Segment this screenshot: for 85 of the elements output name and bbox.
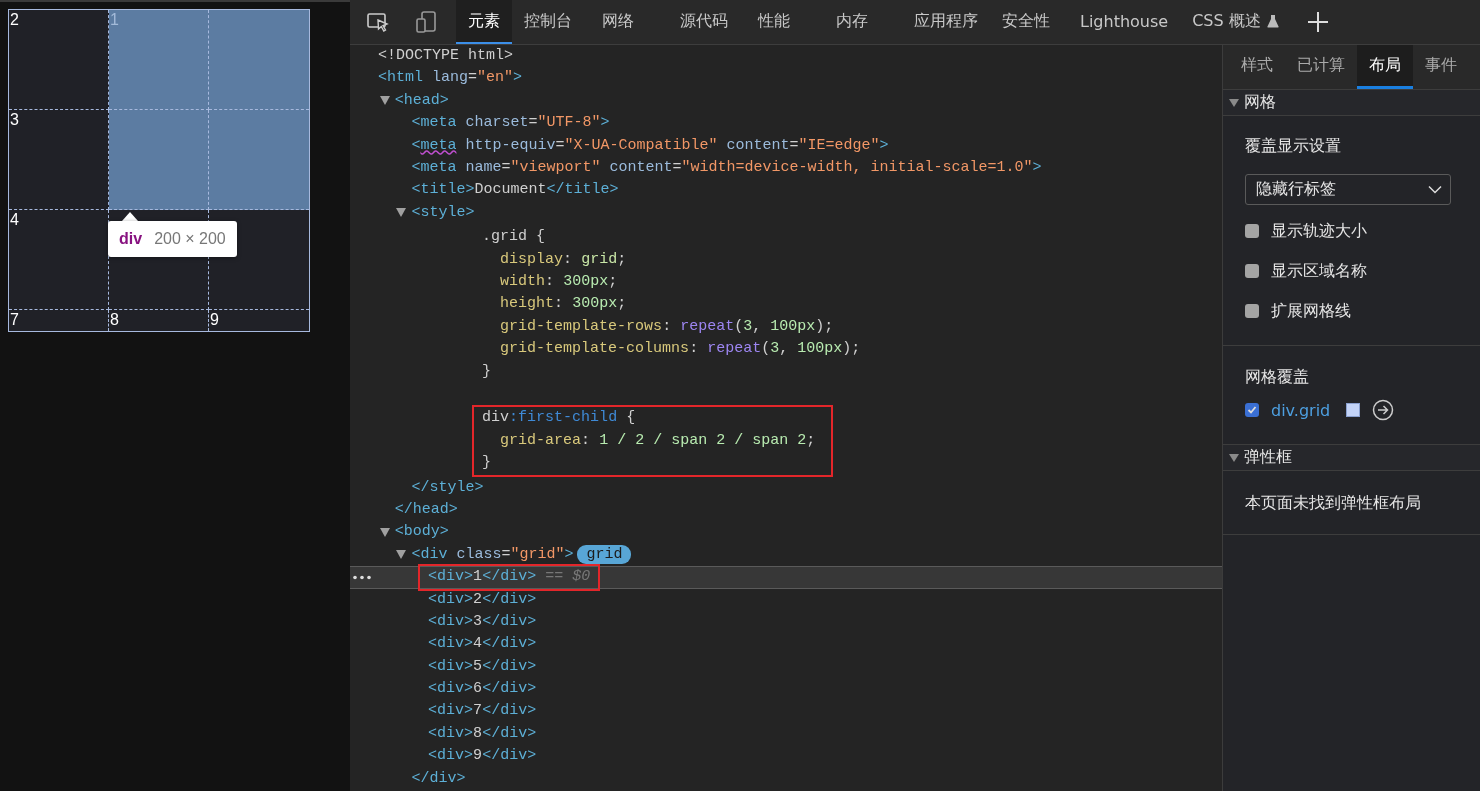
grid-item: 3 (9, 110, 20, 130)
panel-tab[interactable]: 应用程序 (902, 0, 990, 44)
code-line: <div>9</div> (428, 746, 537, 767)
grid-item: 4 (9, 210, 20, 230)
section-title[interactable]: 弹性框 (1244, 447, 1292, 468)
code-line: <style> (411, 202, 475, 223)
inspect-icon[interactable] (366, 11, 390, 33)
checkbox[interactable] (1245, 264, 1259, 278)
panel-tab[interactable]: 元素 (456, 0, 512, 44)
panel-tab[interactable]: CSS 概述 (1180, 0, 1291, 44)
panel-tab[interactable]: 内存 (824, 0, 902, 44)
sidebar-tab[interactable]: 事件 (1413, 45, 1469, 89)
code-line: grid-area: 1 / 2 / span 2 / span 2; (500, 430, 816, 451)
check-icon (1247, 405, 1257, 415)
code-line: </style> (411, 477, 484, 498)
tooltip-tag: div (119, 230, 143, 248)
sidebar-tab[interactable]: 已计算 (1285, 45, 1357, 89)
selected-row[interactable]: <div>1</div> == $0 (350, 566, 1222, 589)
checkbox[interactable] (1245, 304, 1259, 318)
checkbox-label[interactable]: 显示轨迹大小 (1271, 220, 1367, 242)
element-link[interactable]: div.grid (1271, 400, 1331, 420)
code-line: <div>5</div> (428, 656, 537, 677)
checkbox[interactable] (1245, 224, 1259, 238)
code-line: <meta name="viewport" content="width=device-width, initial-scale=1.0"> (411, 157, 1042, 178)
code-line: <body> (394, 522, 449, 543)
code-line: <head> (394, 90, 449, 111)
grid-badge[interactable]: grid (577, 545, 632, 565)
code-line: <meta charset="UTF-8"> (411, 113, 610, 134)
sidebar-tab[interactable]: 样式 (1229, 45, 1285, 89)
grid-item: 1 (109, 10, 309, 210)
device-toggle-icon[interactable] (415, 10, 437, 34)
caret-icon[interactable] (379, 528, 390, 538)
section-title[interactable]: 网格 (1244, 92, 1276, 113)
dropdown[interactable]: 隐藏行标签 (1245, 174, 1451, 205)
settings-label: 覆盖显示设置 (1245, 136, 1342, 157)
empty-message: 本页面未找到弹性框布局 (1244, 492, 1422, 514)
code-line: <div>4</div> (428, 634, 537, 655)
overlays-label: 网格覆盖 (1245, 367, 1310, 388)
code-line: <div>8</div> (428, 723, 537, 744)
caret-icon[interactable] (1229, 98, 1239, 107)
code-line: } (482, 453, 492, 474)
caret-icon[interactable] (396, 208, 407, 218)
code-line: <div>1</div> == $0 (428, 567, 591, 588)
checkbox-label[interactable]: 显示区域名称 (1271, 260, 1367, 282)
grid-item: 2 (9, 10, 20, 30)
plus-icon[interactable] (1306, 11, 1329, 33)
code-line: <html lang="en"> (378, 68, 523, 89)
panel-tab[interactable]: 控制台 (512, 0, 590, 44)
code-line: <meta http-equiv="X-UA-Compatible" content="IE=edge"> (411, 135, 889, 156)
code-line: <title>Document</title> (411, 180, 619, 201)
panel-tab[interactable]: 网络 (590, 0, 668, 44)
caret-icon[interactable] (1229, 453, 1239, 462)
code-line: div:first-child { (482, 408, 636, 429)
code-line: <div>3</div> (428, 611, 537, 632)
panel-tab[interactable]: Lighthouse (1068, 0, 1181, 44)
code-line: } (482, 361, 492, 382)
chevron-down-icon (1428, 185, 1442, 194)
grid-item: 7 (9, 310, 20, 330)
code-line: height: 300px; (500, 294, 627, 315)
panel-tab[interactable]: 源代码 (668, 0, 746, 44)
tooltip-size: 200 × 200 (154, 230, 226, 248)
code-line: <div>6</div> (428, 679, 537, 700)
grid-item: 9 (209, 310, 220, 330)
panel-tab[interactable]: 安全性 (990, 0, 1068, 44)
code-line: <div>2</div> (428, 589, 537, 610)
code-line: grid-template-columns: repeat(3, 100px); (500, 339, 861, 360)
more-icon[interactable] (353, 575, 371, 581)
code-line: </head> (394, 499, 458, 520)
code-line: .grid { (482, 227, 546, 248)
code-line: <div class="grid"> (411, 544, 574, 565)
panel-tab[interactable]: 性能 (746, 0, 824, 44)
sidebar-tab[interactable]: 布局 (1357, 45, 1413, 89)
code-line: </div> (411, 768, 466, 789)
code-line: <!DOCTYPE html> (378, 46, 514, 66)
color-swatch[interactable] (1346, 403, 1361, 417)
checkbox[interactable] (1245, 403, 1259, 417)
code-line: width: 300px; (500, 271, 618, 292)
caret-icon[interactable] (379, 96, 390, 106)
flask-icon (1266, 14, 1279, 28)
grid-item: 8 (109, 310, 120, 330)
code-line: <div>7</div> (428, 701, 537, 722)
code-line: display: grid; (500, 249, 627, 270)
arrow-circle-icon[interactable] (1372, 399, 1395, 421)
code-line: grid-template-rows: repeat(3, 100px); (500, 316, 834, 337)
checkbox-label[interactable]: 扩展网格线 (1271, 300, 1351, 322)
